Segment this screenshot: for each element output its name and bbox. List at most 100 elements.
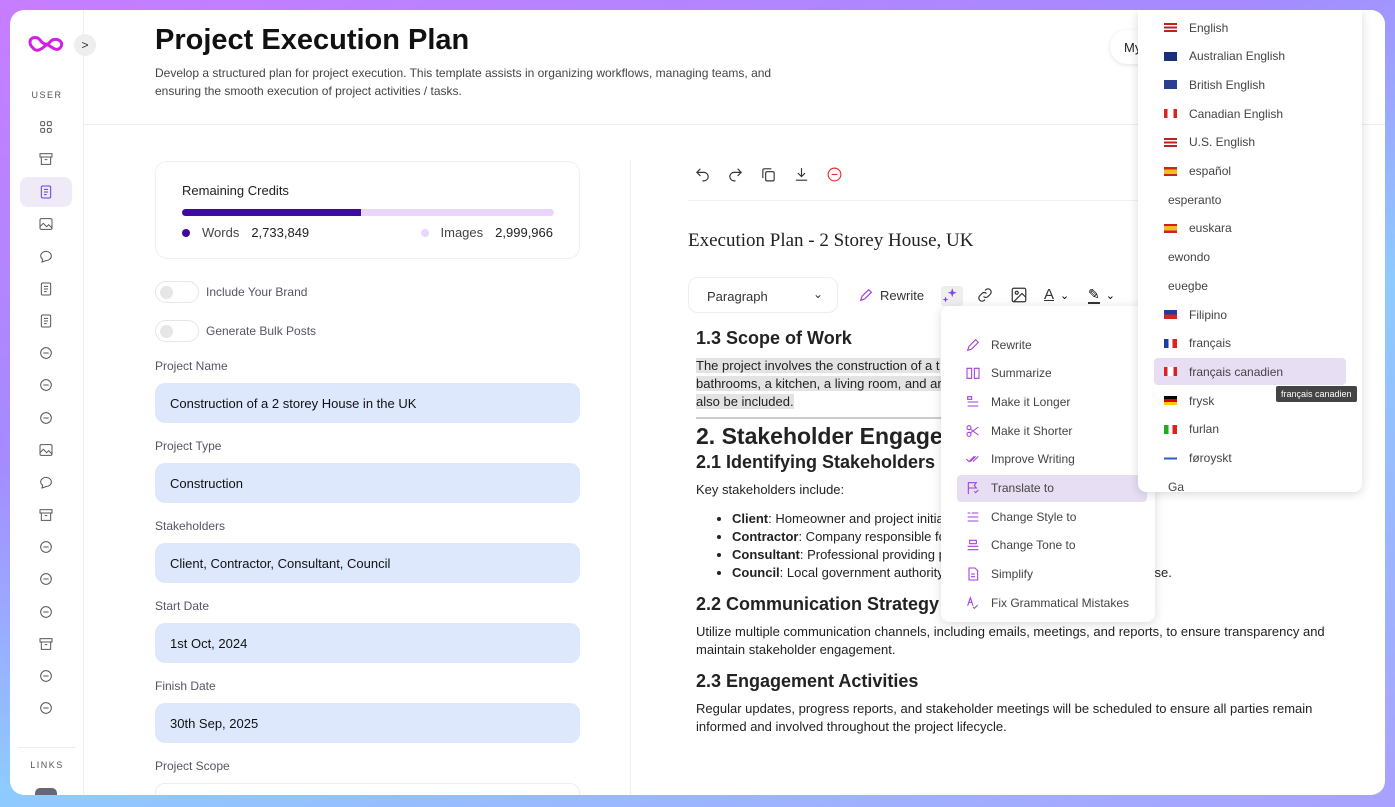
rewrite-icon — [966, 338, 980, 351]
stakeholders-input[interactable]: Client, Contractor, Consultant, Council — [155, 543, 580, 583]
ai-menu-item-fix-grammatical-mistakes[interactable]: Fix Grammatical Mistakes — [957, 589, 1139, 616]
clear-icon[interactable] — [826, 166, 844, 184]
ai-menu-item-rewrite[interactable]: Rewrite — [957, 331, 1139, 358]
make-icon — [967, 396, 979, 407]
project-name-input[interactable]: Construction of a 2 storey House in the … — [155, 383, 580, 423]
image-icon[interactable] — [1010, 286, 1032, 306]
sidebar-item-support[interactable] — [20, 693, 72, 723]
project-scope-input[interactable] — [155, 783, 580, 795]
ai-menu-item-improve-writing[interactable]: Improve Writing — [957, 446, 1139, 473]
sidebar-item-terminal[interactable] — [20, 500, 72, 530]
language-label: frysk — [1189, 393, 1215, 408]
start-date-input[interactable]: 1st Oct, 2024 — [155, 623, 580, 663]
finish-date-input[interactable]: 30th Sep, 2025 — [155, 703, 580, 743]
copy-icon[interactable] — [760, 166, 778, 184]
image-gallery-icon — [39, 444, 53, 456]
language-option[interactable]: ewondo — [1154, 244, 1346, 271]
ai-menu-item-simplify[interactable]: Simplify — [957, 561, 1139, 588]
sidebar-item-image[interactable] — [20, 209, 72, 239]
highlighter-icon: ✎ — [1088, 286, 1100, 304]
project-type-input[interactable]: Construction — [155, 463, 580, 503]
flag-ca-icon — [1164, 367, 1177, 377]
language-option[interactable]: U.S. English — [1154, 129, 1346, 156]
sidebar-item-image-gallery[interactable] — [20, 435, 72, 465]
link-avatar[interactable] — [35, 788, 57, 795]
sidebar-item-document[interactable] — [20, 176, 72, 207]
flag-fo-icon — [1164, 453, 1177, 463]
rewrite-button[interactable]: Rewrite — [858, 287, 924, 303]
flag-us-icon — [1164, 23, 1177, 32]
language-label: français canadien — [1189, 364, 1284, 379]
language-dropdown[interactable]: English Australian English British English… — [1138, 10, 1362, 492]
sidebar-item-microphone[interactable] — [20, 532, 72, 562]
words-value: 2,733,849 — [251, 225, 310, 240]
sidebar-item-message[interactable] — [20, 467, 72, 497]
language-option[interactable]: Ga — [1154, 473, 1346, 492]
message-icon — [40, 477, 52, 490]
include-brand-toggle[interactable] — [155, 281, 199, 303]
language-option[interactable]: føroyskt — [1154, 445, 1346, 472]
sidebar-item-board[interactable] — [20, 629, 72, 659]
ai-menu-item-make-it-longer[interactable]: Make it Longer — [957, 388, 1139, 415]
sidebar-item-grid[interactable] — [20, 112, 72, 142]
language-label: Canadian English — [1189, 106, 1284, 121]
document-title[interactable]: Execution Plan - 2 Storey House, UK — [688, 230, 973, 252]
undo-icon[interactable] — [694, 166, 712, 184]
flag-es-icon — [1164, 166, 1177, 176]
speaker-icon — [40, 573, 52, 586]
language-option[interactable]: Canadian English — [1154, 100, 1346, 127]
pencil-icon — [859, 288, 873, 302]
language-label: esperanto — [1168, 192, 1222, 207]
language-option[interactable]: français — [1154, 330, 1346, 357]
sidebar-item-archive[interactable] — [20, 144, 72, 174]
link-icon[interactable] — [976, 286, 998, 306]
text-color-button[interactable]: A ⌄ — [1044, 286, 1084, 306]
language-option[interactable]: furlan — [1154, 416, 1346, 443]
redo-icon[interactable] — [727, 166, 745, 184]
ai-menu-item-change-style-to[interactable]: Change Style to — [957, 503, 1139, 530]
sidebar-item-chat[interactable] — [20, 241, 72, 271]
language-label: føroyskt — [1189, 451, 1232, 465]
language-option[interactable]: français canadien — [1154, 358, 1346, 386]
sidebar-item-speaker[interactable] — [20, 564, 72, 594]
language-option[interactable]: español — [1154, 158, 1346, 185]
column-divider — [630, 160, 631, 795]
highlight-button[interactable]: ✎ ⌄ — [1088, 286, 1128, 306]
image-icon — [39, 218, 53, 230]
sidebar-item-edit-document[interactable] — [20, 306, 72, 336]
sidebar-item-add-user[interactable] — [20, 597, 72, 627]
ai-menu-item-make-it-shorter[interactable]: Make it Shorter — [957, 417, 1139, 444]
language-option[interactable]: English — [1154, 14, 1346, 41]
block-type-select[interactable]: Paragraph ⌄ — [688, 277, 838, 313]
ai-menu-item-translate-to[interactable]: Translate to — [957, 474, 1147, 502]
sidebar-item-pen[interactable] — [20, 403, 72, 433]
ai-menu-item-summarize[interactable]: Summarize — [957, 360, 1139, 387]
sidebar-item-article[interactable] — [20, 274, 72, 304]
chevron-down-icon: ⌄ — [812, 287, 823, 301]
language-option[interactable]: eʋegbe — [1154, 272, 1346, 299]
ai-menu-item-change-tone-to[interactable]: Change Tone to — [957, 532, 1139, 559]
language-label: English — [1189, 20, 1229, 35]
sidebar-item-scan[interactable] — [20, 338, 72, 368]
language-option[interactable]: Australian English — [1154, 43, 1346, 70]
flag-it-icon — [1164, 424, 1177, 434]
sidebar-item-dollar[interactable] — [20, 661, 72, 691]
sidebar-item-web[interactable] — [20, 370, 72, 400]
download-icon[interactable] — [793, 166, 811, 184]
expand-sidebar-button[interactable]: > — [74, 34, 96, 56]
selected-text-line: also be included. — [696, 394, 794, 409]
grid-icon — [40, 121, 52, 133]
language-option[interactable]: British English — [1154, 71, 1346, 98]
logo-icon — [28, 36, 64, 52]
ai-sparkle-button[interactable] — [941, 286, 963, 306]
ai-menu-label: Summarize — [991, 366, 1052, 381]
language-option[interactable]: euskara — [1154, 215, 1346, 242]
activities-text: Regular updates, progress reports, and s… — [696, 701, 1313, 734]
ai-menu-label: Rewrite — [991, 337, 1032, 352]
language-option[interactable]: esperanto — [1154, 186, 1346, 213]
language-option[interactable]: Filipino — [1154, 301, 1346, 328]
document-icon — [40, 185, 52, 199]
flag-us-icon — [1164, 137, 1177, 147]
bulk-posts-toggle[interactable] — [155, 320, 199, 342]
heading-activities: 2.3 Engagement Activities — [696, 671, 919, 691]
